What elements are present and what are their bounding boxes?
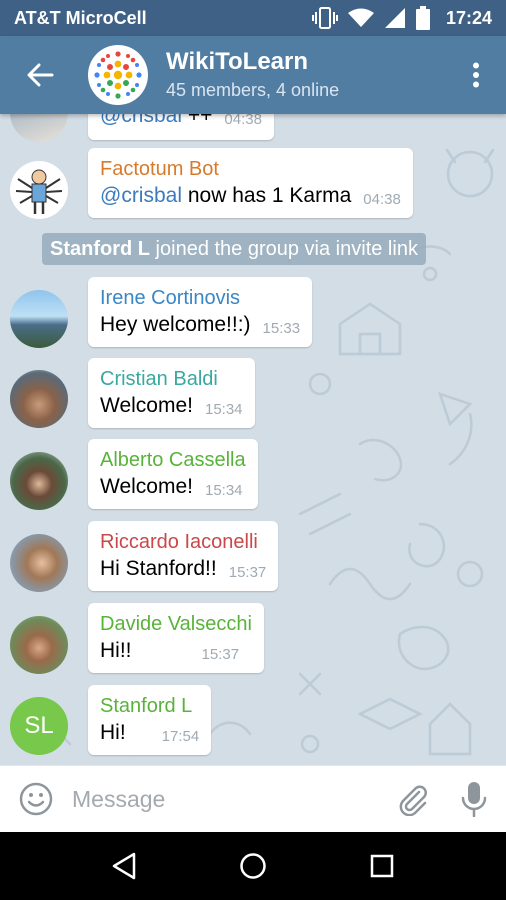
sender-name[interactable]: Stanford L: [100, 693, 199, 719]
message-4[interactable]: Cristian Baldi Welcome! 15:34: [88, 358, 255, 428]
status-icons: 17:24: [311, 6, 492, 30]
mention-link[interactable]: @crisbal: [100, 184, 182, 207]
sender-name[interactable]: Riccardo Iaconelli: [100, 529, 266, 555]
message-8[interactable]: Stanford L Hi! 17:54: [88, 685, 212, 755]
voice-record-button[interactable]: [442, 766, 506, 833]
chat-title: WikiToLearn: [166, 48, 309, 75]
message-7[interactable]: Davide Valsecchi Hi!! 15:37: [88, 603, 264, 673]
chat-header-text[interactable]: WikiToLearn 45 members, 4 online: [166, 48, 339, 102]
nav-back-icon: [113, 852, 136, 880]
status-time: 17:24: [445, 7, 492, 28]
back-arrow-icon: [27, 63, 54, 87]
message-composer: [0, 765, 506, 832]
message-text: Hi!!: [100, 639, 132, 662]
message-time: 15:34: [204, 482, 243, 499]
attach-button[interactable]: [382, 766, 442, 833]
emoji-button[interactable]: [0, 766, 72, 833]
message-1[interactable]: Factotum Bot @crisbal now has 1 Karma 04…: [88, 148, 413, 218]
message-5[interactable]: Alberto Cassella Welcome! 15:34: [88, 439, 258, 509]
message-text: Hi!: [100, 721, 126, 744]
message-time: 15:33: [262, 320, 301, 337]
status-bar: AT&T MicroCell 17:24: [0, 0, 506, 36]
nav-home-icon: [240, 853, 266, 879]
avatar-irene[interactable]: [10, 290, 68, 348]
avatar-cristian[interactable]: [10, 370, 68, 428]
message-text: Hey welcome!!:): [100, 313, 251, 336]
back-button[interactable]: [0, 36, 80, 114]
message-0[interactable]: @crisbal ++ 04:38: [88, 114, 274, 140]
paperclip-icon: [399, 785, 427, 816]
chat-subtitle: 45 members, 4 online: [166, 80, 340, 100]
message-text: @crisbal ++: [100, 114, 212, 130]
message-text: Welcome!: [100, 394, 193, 417]
nav-back-button[interactable]: [94, 836, 154, 896]
message-input[interactable]: [72, 779, 372, 819]
group-avatar[interactable]: [88, 45, 148, 105]
message-3[interactable]: Irene Cortinovis Hey welcome!!:) 15:33: [88, 277, 313, 347]
signal-icon: [384, 7, 406, 29]
more-vert-icon: [473, 62, 479, 88]
wikitolearn-logo-icon: [94, 51, 142, 99]
nav-recents-button[interactable]: [352, 836, 412, 896]
wifi-icon: [347, 8, 374, 28]
system-nav-bar: [0, 832, 506, 900]
message-time: 17:54: [161, 728, 200, 745]
mention-link[interactable]: @crisbal: [100, 114, 182, 127]
carrier-name: AT&T MicroCell: [14, 7, 147, 28]
message-list[interactable]: @crisbal ++ 04:38 Factotum Bot @crisbal …: [0, 114, 506, 765]
microphone-icon: [461, 782, 487, 817]
sender-name[interactable]: Davide Valsecchi: [100, 611, 252, 637]
message-6[interactable]: Riccardo Iaconelli Hi Stanford!! 15:37: [88, 521, 279, 591]
avatar-factotum-bot[interactable]: [10, 161, 68, 219]
message-time: 04:38: [224, 114, 262, 128]
battery-icon: [415, 6, 430, 30]
more-options-button[interactable]: [446, 36, 506, 114]
message-time: 15:37: [228, 564, 267, 581]
chat-header: WikiToLearn 45 members, 4 online: [0, 36, 506, 114]
avatar-riccardo[interactable]: [10, 534, 68, 592]
message-text: Welcome!: [100, 475, 193, 498]
avatar-davide[interactable]: [10, 616, 68, 674]
sender-name[interactable]: Cristian Baldi: [100, 366, 243, 392]
message-text: @crisbal now has 1 Karma: [100, 184, 352, 207]
sender-name[interactable]: Factotum Bot: [100, 156, 401, 182]
avatar-stanford[interactable]: SL: [10, 697, 68, 755]
service-user[interactable]: Stanford L: [50, 238, 150, 260]
message-time: 15:37: [201, 646, 240, 663]
message-time: 04:38: [363, 191, 401, 208]
vibrate-icon: [311, 7, 338, 29]
service-message: Stanford L joined the group via invite l…: [42, 233, 426, 265]
emoji-icon: [19, 782, 53, 816]
nav-home-button[interactable]: [223, 836, 283, 896]
sender-name[interactable]: Alberto Cassella: [100, 447, 246, 473]
nav-recents-icon: [370, 854, 393, 878]
message-text: Hi Stanford!!: [100, 557, 217, 580]
sender-name[interactable]: Irene Cortinovis: [100, 285, 300, 311]
message-time: 15:34: [204, 401, 243, 418]
avatar-alberto[interactable]: [10, 452, 68, 510]
